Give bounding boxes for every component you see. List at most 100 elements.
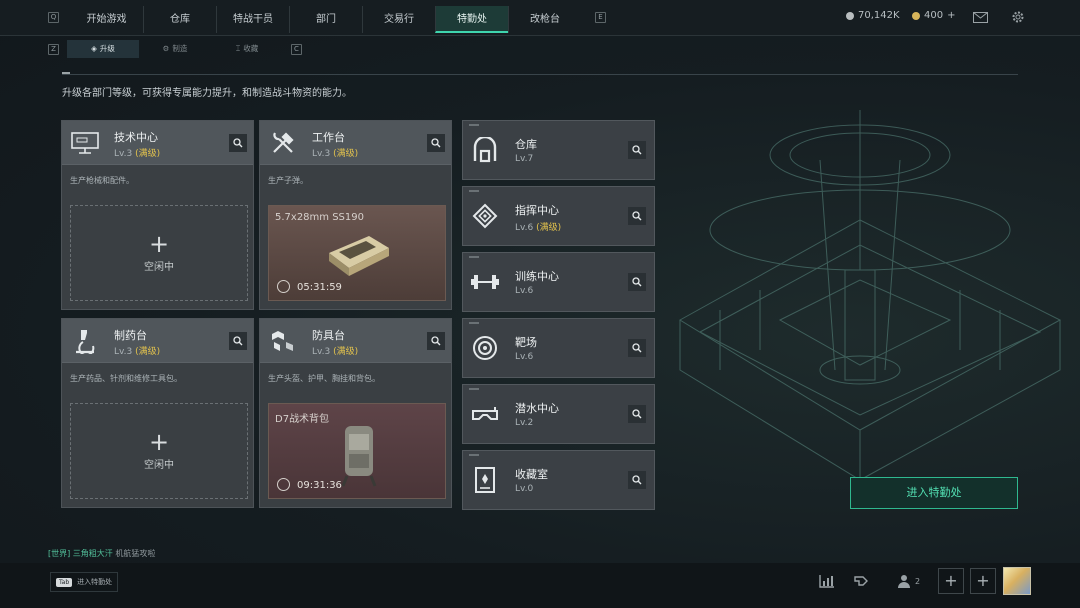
search-icon[interactable] [628, 273, 646, 291]
tab-trading[interactable]: 交易行 [362, 6, 435, 33]
facility-card-command-center[interactable]: 指挥中心 Lv.6 (满级) [462, 186, 655, 246]
facility-level: Lv.0 [515, 484, 533, 494]
card-notch [469, 124, 479, 126]
ammo-box-image [329, 236, 389, 276]
max-level-tag: (满级) [536, 223, 562, 233]
stats-chart-icon[interactable] [818, 569, 836, 593]
facility-title: 收藏室 [515, 468, 548, 481]
facility-level: Lv.6 [515, 352, 533, 362]
tab-key: Tab [56, 577, 73, 587]
dumbbell-icon [469, 266, 501, 298]
search-icon[interactable] [628, 339, 646, 357]
nav-left-key[interactable]: Q [48, 12, 59, 23]
workshop-card-armor[interactable]: 防具台 Lv.3 (满级) 生产头盔、护甲、胸挂和背包。 D7战术背包 09:3… [259, 318, 452, 508]
tab-departments[interactable]: 部门 [289, 6, 362, 33]
enter-special-ops-button[interactable]: 进入特勤处 [850, 477, 1018, 509]
idle-production-slot[interactable]: + 空闲中 [70, 205, 248, 301]
card-notch [469, 190, 479, 192]
search-icon[interactable] [229, 134, 247, 152]
settings-gear-icon[interactable] [1011, 10, 1025, 24]
friends-button[interactable]: 2 [895, 569, 923, 593]
collection-case-icon [469, 464, 501, 496]
nav-right-key[interactable]: E [595, 12, 606, 23]
upgrade-icon: ◈ [91, 44, 97, 53]
card-header: 技术中心 Lv.3 (满级) [62, 121, 253, 165]
subtab-collection-label: 收藏 [243, 44, 259, 53]
tab-gunsmith[interactable]: 改枪台 [508, 6, 581, 33]
tab-operators[interactable]: 特战干员 [216, 6, 289, 33]
search-icon[interactable] [628, 471, 646, 489]
tab-start-game[interactable]: 开始游戏 [70, 6, 143, 33]
tab-special-ops[interactable]: 特勤处 [435, 6, 508, 33]
mail-icon[interactable] [973, 12, 988, 23]
gesture-hand-icon[interactable] [852, 569, 870, 593]
card-level: Lv.3 (满级) [312, 344, 358, 357]
subtab-collection[interactable]: ⌶ 收藏 [211, 40, 283, 58]
card-header: 制药台 Lv.3 (满级) [62, 319, 253, 363]
subtab-craft[interactable]: ⚙ 制造 [139, 40, 211, 58]
card-header: 防具台 Lv.3 (满级) [260, 319, 451, 363]
facility-title: 靶场 [515, 336, 537, 349]
facility-card-warehouse[interactable]: 仓库 Lv.7 [462, 120, 655, 180]
production-timer: 09:31:36 [297, 480, 342, 491]
card-level-value: Lv.3 [114, 347, 133, 357]
facility-title: 潜水中心 [515, 402, 559, 415]
add-teammate-button-1[interactable]: + [938, 568, 964, 594]
search-icon[interactable] [628, 207, 646, 225]
card-level-value: Lv.3 [312, 347, 331, 357]
facility-level-value: Lv.6 [515, 352, 534, 362]
facility-title: 训练中心 [515, 270, 559, 283]
facility-card-shooting-range[interactable]: 靶场 Lv.6 [462, 318, 655, 378]
chat-user: 三角粗大汗 [72, 549, 113, 558]
player-avatar[interactable] [1003, 567, 1031, 595]
max-level-tag: (满级) [333, 149, 359, 159]
idle-production-slot[interactable]: + 空闲中 [70, 403, 248, 499]
card-level-value: Lv.3 [114, 149, 133, 159]
facility-level: Lv.7 [515, 154, 533, 164]
card-title: 防具台 [312, 329, 345, 342]
facility-level-value: Lv.0 [515, 484, 534, 494]
gold-coin-icon [912, 11, 920, 20]
card-level: Lv.3 (满级) [114, 344, 160, 357]
search-icon[interactable] [427, 332, 445, 350]
subnav-left-key[interactable]: Z [48, 43, 59, 55]
production-slot[interactable]: 5.7x28mm SS190 05:31:59 [268, 205, 446, 301]
tab-shortcut-hint[interactable]: Tab 进入特勤处 [50, 572, 119, 592]
max-level-tag: (满级) [135, 149, 161, 159]
card-notch [469, 388, 479, 390]
search-icon[interactable] [628, 141, 646, 159]
tab-warehouse[interactable]: 仓库 [143, 6, 216, 33]
clock-icon [277, 478, 290, 491]
gold-add-button[interactable]: + [947, 10, 955, 21]
silver-coin-icon [846, 11, 854, 20]
facility-card-collection-room[interactable]: 收藏室 Lv.0 [462, 450, 655, 510]
diving-mask-icon [469, 398, 501, 430]
workshop-card-pharmacy[interactable]: 制药台 Lv.3 (满级) 生产药品、针剂和维修工具包。 + 空闲中 [61, 318, 254, 508]
card-level: Lv.3 (满级) [312, 146, 358, 159]
workshop-card-tech-center[interactable]: 技术中心 Lv.3 (满级) 生产枪械和配件。 + 空闲中 [61, 120, 254, 310]
plus-icon: + [148, 229, 170, 258]
target-icon [469, 332, 501, 364]
facility-card-training-center[interactable]: 训练中心 Lv.6 [462, 252, 655, 312]
subtab-upgrade[interactable]: ◈ 升级 [67, 40, 139, 58]
card-title: 工作台 [312, 131, 345, 144]
subnav-right-key[interactable]: C [291, 43, 302, 55]
add-teammate-button-2[interactable]: + [970, 568, 996, 594]
facility-card-diving-center[interactable]: 潜水中心 Lv.2 [462, 384, 655, 444]
search-icon[interactable] [628, 405, 646, 423]
search-icon[interactable] [427, 134, 445, 152]
production-slot[interactable]: D7战术背包 09:31:36 [268, 403, 446, 499]
chat-message[interactable]: [世界] 三角粗大汗 机航猛攻啦 [48, 548, 155, 559]
production-timer: 05:31:59 [297, 282, 342, 293]
card-notch [469, 256, 479, 258]
subtab-craft-label: 制造 [172, 44, 188, 53]
max-level-tag: (满级) [135, 347, 161, 357]
gold-currency[interactable]: 400 + [912, 10, 955, 21]
workshop-card-workbench[interactable]: 工作台 Lv.3 (满级) 生产子弹。 5.7x28mm SS190 05:31… [259, 120, 452, 310]
card-description: 生产药品、针剂和维修工具包。 [70, 374, 182, 383]
card-description: 生产枪械和配件。 [70, 176, 134, 185]
card-level-value: Lv.3 [312, 149, 331, 159]
search-icon[interactable] [229, 332, 247, 350]
friends-icon [897, 575, 910, 588]
tactical-backpack-image [341, 426, 377, 487]
